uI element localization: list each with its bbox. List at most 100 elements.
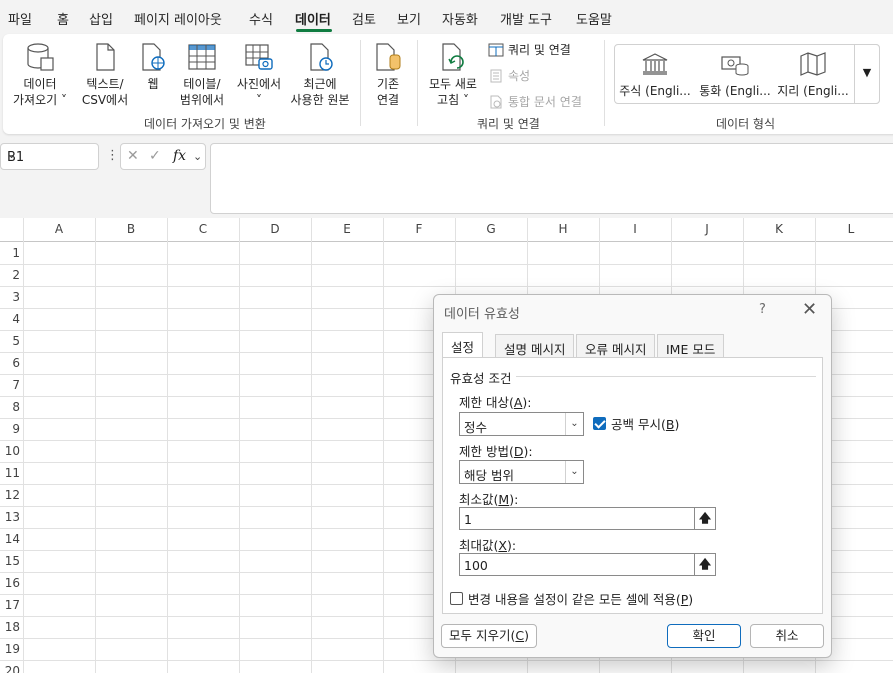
maximum-input[interactable]: 100 🡅 [459, 553, 716, 576]
name-box[interactable]: B1 ⌄ [0, 143, 99, 170]
row-header[interactable]: 17 [0, 598, 22, 612]
row-header[interactable]: 10 [0, 444, 22, 458]
properties-button[interactable]: 속성 [488, 67, 530, 84]
menu-tab-help[interactable]: 도움말 [576, 9, 612, 28]
tab-input-message[interactable]: 설명 메시지 [495, 334, 575, 358]
from-picture-label-2: ˅ [256, 93, 262, 107]
row-header[interactable]: 13 [0, 510, 22, 524]
menu-tab-automate[interactable]: 자동화 [442, 9, 478, 28]
column-header[interactable]: C [167, 222, 239, 236]
column-header[interactable]: H [527, 222, 599, 236]
from-web-button[interactable]: 웹 [137, 42, 169, 92]
row-header[interactable]: 3 [0, 290, 22, 304]
column-header[interactable]: K [743, 222, 815, 236]
column-header[interactable]: G [455, 222, 527, 236]
get-data-button[interactable]: 데이터 가져오기 ˅ [9, 42, 71, 108]
refresh-all-label-1: 모두 새로 [429, 77, 477, 91]
menu-tab-insert[interactable]: 삽입 [89, 9, 113, 28]
queries-connections-button[interactable]: 쿼리 및 연결 [488, 41, 571, 58]
text-csv-button[interactable]: 텍스트/ CSV에서 [75, 42, 135, 108]
menu-tab-data[interactable]: 데이터 [295, 9, 331, 28]
column-header[interactable]: I [599, 222, 671, 236]
row-header[interactable]: 19 [0, 642, 22, 656]
database-icon [27, 43, 54, 71]
text-csv-label-1: 텍스트/ [86, 77, 124, 91]
apply-all-checkbox[interactable]: 변경 내용을 설정이 같은 모든 셀에 적용(P) [450, 589, 693, 608]
data-type-stocks[interactable]: 주식 (Engli... [617, 52, 693, 99]
row-header[interactable]: 11 [0, 466, 22, 480]
menu-tab-file[interactable]: 파일 [8, 9, 32, 28]
column-header[interactable]: L [815, 222, 887, 236]
row-header[interactable]: 2 [0, 268, 22, 282]
ignore-blank-checkbox[interactable]: 공백 무시(B) [593, 414, 679, 433]
properties-label: 속성 [508, 69, 531, 83]
geography-label: 지리 (Engli... [777, 84, 849, 98]
apply-all-label: 변경 내용을 설정이 같은 모든 셀에 적용(P) [468, 592, 694, 607]
column-header[interactable]: F [383, 222, 455, 236]
from-table-button[interactable]: 테이블/ 범위에서 [175, 42, 229, 108]
cancel-icon[interactable]: ✕ [127, 148, 139, 164]
help-button[interactable]: ? [759, 302, 766, 317]
tab-error-alert[interactable]: 오류 메시지 [576, 334, 656, 358]
tab-settings[interactable]: 설정 [442, 332, 484, 358]
row-header[interactable]: 1 [0, 246, 22, 260]
from-table-label-2: 범위에서 [179, 93, 225, 107]
row-header[interactable]: 9 [0, 422, 22, 436]
row-header[interactable]: 16 [0, 576, 22, 590]
menu-tab-review[interactable]: 검토 [352, 9, 376, 28]
tab-ime-mode[interactable]: IME 모드 [657, 334, 725, 358]
column-header[interactable]: E [311, 222, 383, 236]
column-header[interactable]: A [23, 222, 95, 236]
collapse-dialog-icon[interactable]: 🡅 [694, 554, 715, 575]
column-header[interactable]: D [239, 222, 311, 236]
formula-input[interactable] [210, 143, 893, 214]
column-header[interactable]: J [671, 222, 743, 236]
allow-select[interactable]: 정수 ⌄ [459, 412, 584, 436]
menu-tab-view[interactable]: 보기 [397, 9, 421, 28]
chevron-down-icon: ⌄ [565, 413, 583, 435]
minimum-input[interactable]: 1 🡅 [459, 507, 716, 530]
row-header[interactable]: 7 [0, 378, 22, 392]
row-header[interactable]: 6 [0, 356, 22, 370]
row-header[interactable]: 15 [0, 554, 22, 568]
row-header[interactable]: 4 [0, 312, 22, 326]
cancel-button[interactable]: 취소 [750, 624, 824, 648]
more-options-icon[interactable]: ⋮ [106, 148, 119, 163]
from-picture-button[interactable]: 사진에서 ˅ [231, 42, 287, 108]
row-header[interactable]: 5 [0, 334, 22, 348]
gallery-more-button[interactable]: ▼ [854, 44, 880, 104]
enter-icon[interactable]: ✓ [149, 148, 161, 164]
row-header[interactable]: 12 [0, 488, 22, 502]
get-data-label-2: 가져오기 ˅ [13, 93, 67, 107]
existing-connections-label-1: 기존 [376, 77, 400, 91]
text-csv-label-2: CSV에서 [81, 93, 129, 107]
chevron-down-icon: ⌄ [193, 150, 203, 163]
recent-sources-button[interactable]: 최근에 사용한 원본 [287, 42, 353, 108]
data-type-geography[interactable]: 지리 (Engli... [775, 52, 851, 99]
menu-tab-page-layout[interactable]: 페이지 레이아웃 [134, 9, 222, 28]
edit-links-button[interactable]: 통합 문서 연결 [488, 93, 582, 110]
menu-tab-home[interactable]: 홈 [57, 9, 69, 28]
row-header[interactable]: 20 [0, 664, 22, 673]
data-type-currency[interactable]: 통화 (Engli... [697, 52, 773, 99]
close-icon[interactable]: ✕ [802, 299, 817, 320]
menu-tab-formulas[interactable]: 수식 [249, 9, 273, 28]
row-header[interactable]: 14 [0, 532, 22, 546]
data-select[interactable]: 해당 범위 ⌄ [459, 460, 584, 484]
data-validation-dialog: 데이터 유효성 ? ✕ 설정 설명 메시지 오류 메시지 IME 모드 유효성 … [433, 294, 832, 658]
table-icon [188, 44, 216, 70]
insert-function-icon[interactable]: fx [173, 148, 186, 164]
divider [516, 376, 816, 377]
existing-connections-icon [376, 43, 401, 71]
queries-connections-label: 쿼리 및 연결 [508, 43, 571, 57]
data-value: 해당 범위 [464, 468, 514, 483]
column-header[interactable]: B [95, 222, 167, 236]
menu-tab-developer[interactable]: 개발 도구 [500, 9, 552, 28]
clear-all-button[interactable]: 모두 지우기(C) [441, 624, 537, 648]
collapse-dialog-icon[interactable]: 🡅 [694, 508, 715, 529]
refresh-all-button[interactable]: 모두 새로 고침 ˅ [423, 42, 483, 108]
ok-button[interactable]: 확인 [667, 624, 741, 648]
row-header[interactable]: 8 [0, 400, 22, 414]
row-header[interactable]: 18 [0, 620, 22, 634]
existing-connections-button[interactable]: 기존 연결 [366, 42, 410, 108]
